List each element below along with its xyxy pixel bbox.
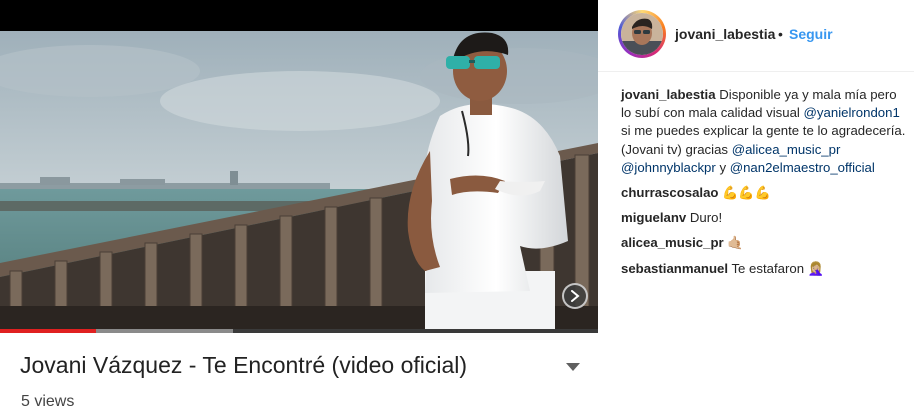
comments-list: jovani_labestia Disponible ya y mala mía… bbox=[621, 86, 907, 285]
caption: jovani_labestia Disponible ya y mala mía… bbox=[621, 86, 907, 177]
mention-link[interactable]: @yanielrondon1 bbox=[804, 105, 900, 120]
post-header: jovani_labestia • Seguir bbox=[598, 0, 914, 72]
comment-text: Te estafaron 🤦🏼‍♀️ bbox=[731, 260, 825, 276]
mention-link[interactable]: @alicea_music_pr bbox=[732, 142, 841, 157]
comment-text: 💪💪💪 bbox=[722, 185, 771, 201]
comment-item: alicea_music_pr 🤙🏼 bbox=[621, 234, 907, 252]
separator-dot: • bbox=[778, 26, 783, 42]
comment-item: miguelanv Duro! bbox=[621, 209, 907, 227]
comment-username[interactable]: miguelanv bbox=[621, 210, 686, 225]
video-title: Jovani Vázquez - Te Encontré (video ofic… bbox=[20, 352, 468, 378]
media-panel: Jovani Vázquez - Te Encontré (video ofic… bbox=[0, 0, 598, 418]
caret-down-icon[interactable] bbox=[565, 362, 581, 372]
comment-item: sebastianmanuel Te estafaron 🤦🏼‍♀️ bbox=[621, 260, 907, 278]
video-played-bar bbox=[0, 329, 96, 333]
video-progress-bar[interactable] bbox=[0, 329, 598, 333]
comment-text: 🤙🏼 bbox=[727, 235, 744, 251]
comment-text: Duro! bbox=[689, 210, 723, 226]
follow-button[interactable]: Seguir bbox=[789, 26, 833, 42]
next-slide-button[interactable] bbox=[562, 283, 588, 309]
avatar[interactable] bbox=[618, 10, 666, 58]
video-views: 5 views bbox=[21, 393, 75, 410]
caption-text: y bbox=[719, 159, 727, 175]
comment-username[interactable]: churrascosalao bbox=[621, 185, 719, 200]
avatar-image bbox=[621, 13, 663, 55]
caption-username[interactable]: jovani_labestia bbox=[621, 87, 716, 102]
chevron-right-icon bbox=[571, 290, 580, 302]
comment-username[interactable]: sebastianmanuel bbox=[621, 261, 728, 276]
comment-username[interactable]: alicea_music_pr bbox=[621, 235, 724, 250]
video-frame bbox=[0, 31, 598, 329]
mention-link[interactable]: @johnnyblackpr bbox=[621, 160, 716, 175]
comment-item: churrascosalao 💪💪💪 bbox=[621, 184, 907, 202]
video-player[interactable] bbox=[0, 0, 598, 333]
post-author-username[interactable]: jovani_labestia bbox=[675, 26, 775, 42]
mention-link[interactable]: @nan2elmaestro_official bbox=[730, 160, 875, 175]
post-side-panel: jovani_labestia • Seguir jovani_labestia… bbox=[598, 0, 914, 418]
